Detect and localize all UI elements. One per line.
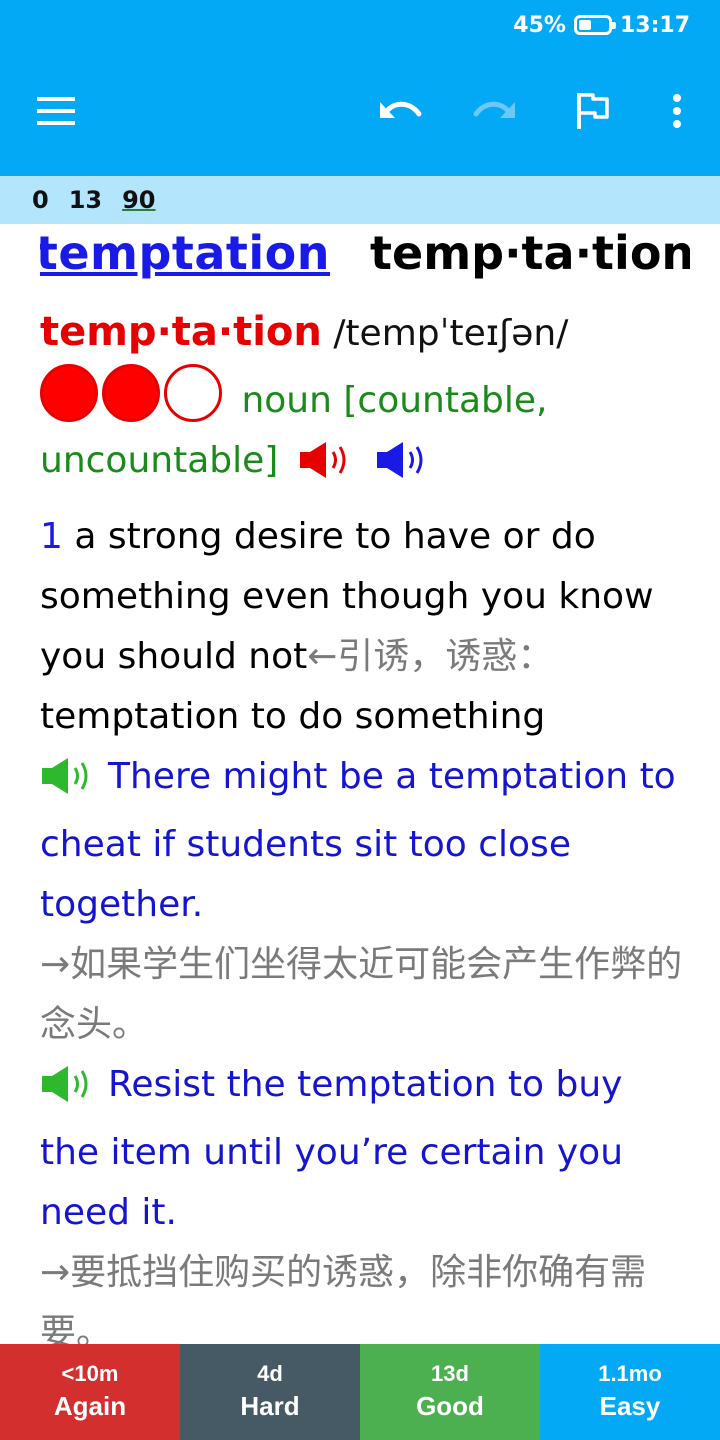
dictionary-entry: temp·ta·tion /tempˈteɪʃən/ noun [countab… xyxy=(40,302,690,499)
battery-percent: 45% xyxy=(513,12,566,38)
again-button[interactable]: <10m Again xyxy=(0,1344,180,1440)
speaker-blue-icon xyxy=(377,442,423,478)
card-content: temptation temp·ta·tion temp·ta·tion /te… xyxy=(40,224,690,1344)
example-1-text: There might be a temptation to cheat if … xyxy=(40,756,676,925)
status-bar: 45% 13:17 xyxy=(513,10,690,40)
pronunciation: /tempˈteɪʃən/ xyxy=(333,313,569,354)
frequency-indicator xyxy=(40,364,222,422)
menu-button[interactable] xyxy=(32,86,82,136)
more-options-button[interactable] xyxy=(652,86,702,136)
speaker-green-icon xyxy=(42,758,88,794)
frequency-dot-filled xyxy=(40,364,98,422)
definition-translation: ←引诱，诱惑： xyxy=(307,636,554,677)
flag-button[interactable] xyxy=(568,86,618,136)
flag-icon xyxy=(577,93,609,129)
speaker-us-button[interactable] xyxy=(375,439,433,499)
learning-count: 13 xyxy=(68,186,103,214)
undo-button[interactable] xyxy=(375,86,425,136)
undo-icon xyxy=(380,101,422,118)
headword-row: temptation temp·ta·tion xyxy=(40,224,690,288)
redo-icon xyxy=(473,101,515,118)
example-1: There might be a temptation to cheat if … xyxy=(40,747,690,935)
answer-buttons: <10m Again 4d Hard 13d Good 1.1mo Easy xyxy=(0,1344,720,1440)
grammar-pattern: temptation to do something xyxy=(40,696,546,737)
example-2-translation: →要抵挡住购买的诱惑，除非你确有需要。 xyxy=(40,1252,647,1344)
speaker-uk-button[interactable] xyxy=(298,439,356,499)
headword-link[interactable]: temptation xyxy=(40,226,330,280)
good-button[interactable]: 13d Good xyxy=(360,1344,540,1440)
new-count: 0 xyxy=(32,186,49,214)
hard-label: Hard xyxy=(240,1391,300,1421)
review-count: 90 xyxy=(122,186,156,214)
sense-1: 1 a strong desire to have or do somethin… xyxy=(40,507,690,1344)
battery-icon xyxy=(573,15,616,35)
easy-label: Easy xyxy=(599,1391,661,1421)
clock: 13:17 xyxy=(619,12,690,38)
more-vert-icon xyxy=(673,94,681,128)
example-2-text: Resist the temptation to buy the item un… xyxy=(40,1064,624,1233)
again-label: Again xyxy=(53,1391,127,1421)
card-counts: 0 13 90 xyxy=(0,176,720,224)
easy-button[interactable]: 1.1mo Easy xyxy=(540,1344,720,1440)
good-interval: 13d xyxy=(431,1361,469,1386)
app-bar: 45% 13:17 xyxy=(0,0,720,176)
speaker-red-icon xyxy=(299,442,346,478)
sense-definition: 1 a strong desire to have or do somethin… xyxy=(40,507,690,687)
example-1-speaker-button[interactable] xyxy=(40,755,98,815)
redo-button xyxy=(470,86,520,136)
speaker-green-icon xyxy=(42,1066,88,1102)
example-2: Resist the temptation to buy the item un… xyxy=(40,1055,690,1243)
frequency-dot-filled xyxy=(102,364,160,422)
easy-interval: 1.1mo xyxy=(598,1361,662,1386)
hard-button[interactable]: 4d Hard xyxy=(180,1344,360,1440)
headword-syllables: temp·ta·tion xyxy=(370,226,690,280)
again-interval: <10m xyxy=(61,1361,119,1386)
example-2-speaker-button[interactable] xyxy=(40,1063,98,1123)
hamburger-menu-icon xyxy=(37,97,75,125)
hard-interval: 4d xyxy=(257,1361,283,1386)
entry-headword: temp·ta·tion xyxy=(40,309,322,355)
good-label: Good xyxy=(416,1391,484,1421)
sense-number: 1 xyxy=(40,516,63,557)
example-1-translation: →如果学生们坐得太近可能会产生作弊的念头。 xyxy=(40,944,683,1045)
frequency-dot-empty xyxy=(164,364,222,422)
